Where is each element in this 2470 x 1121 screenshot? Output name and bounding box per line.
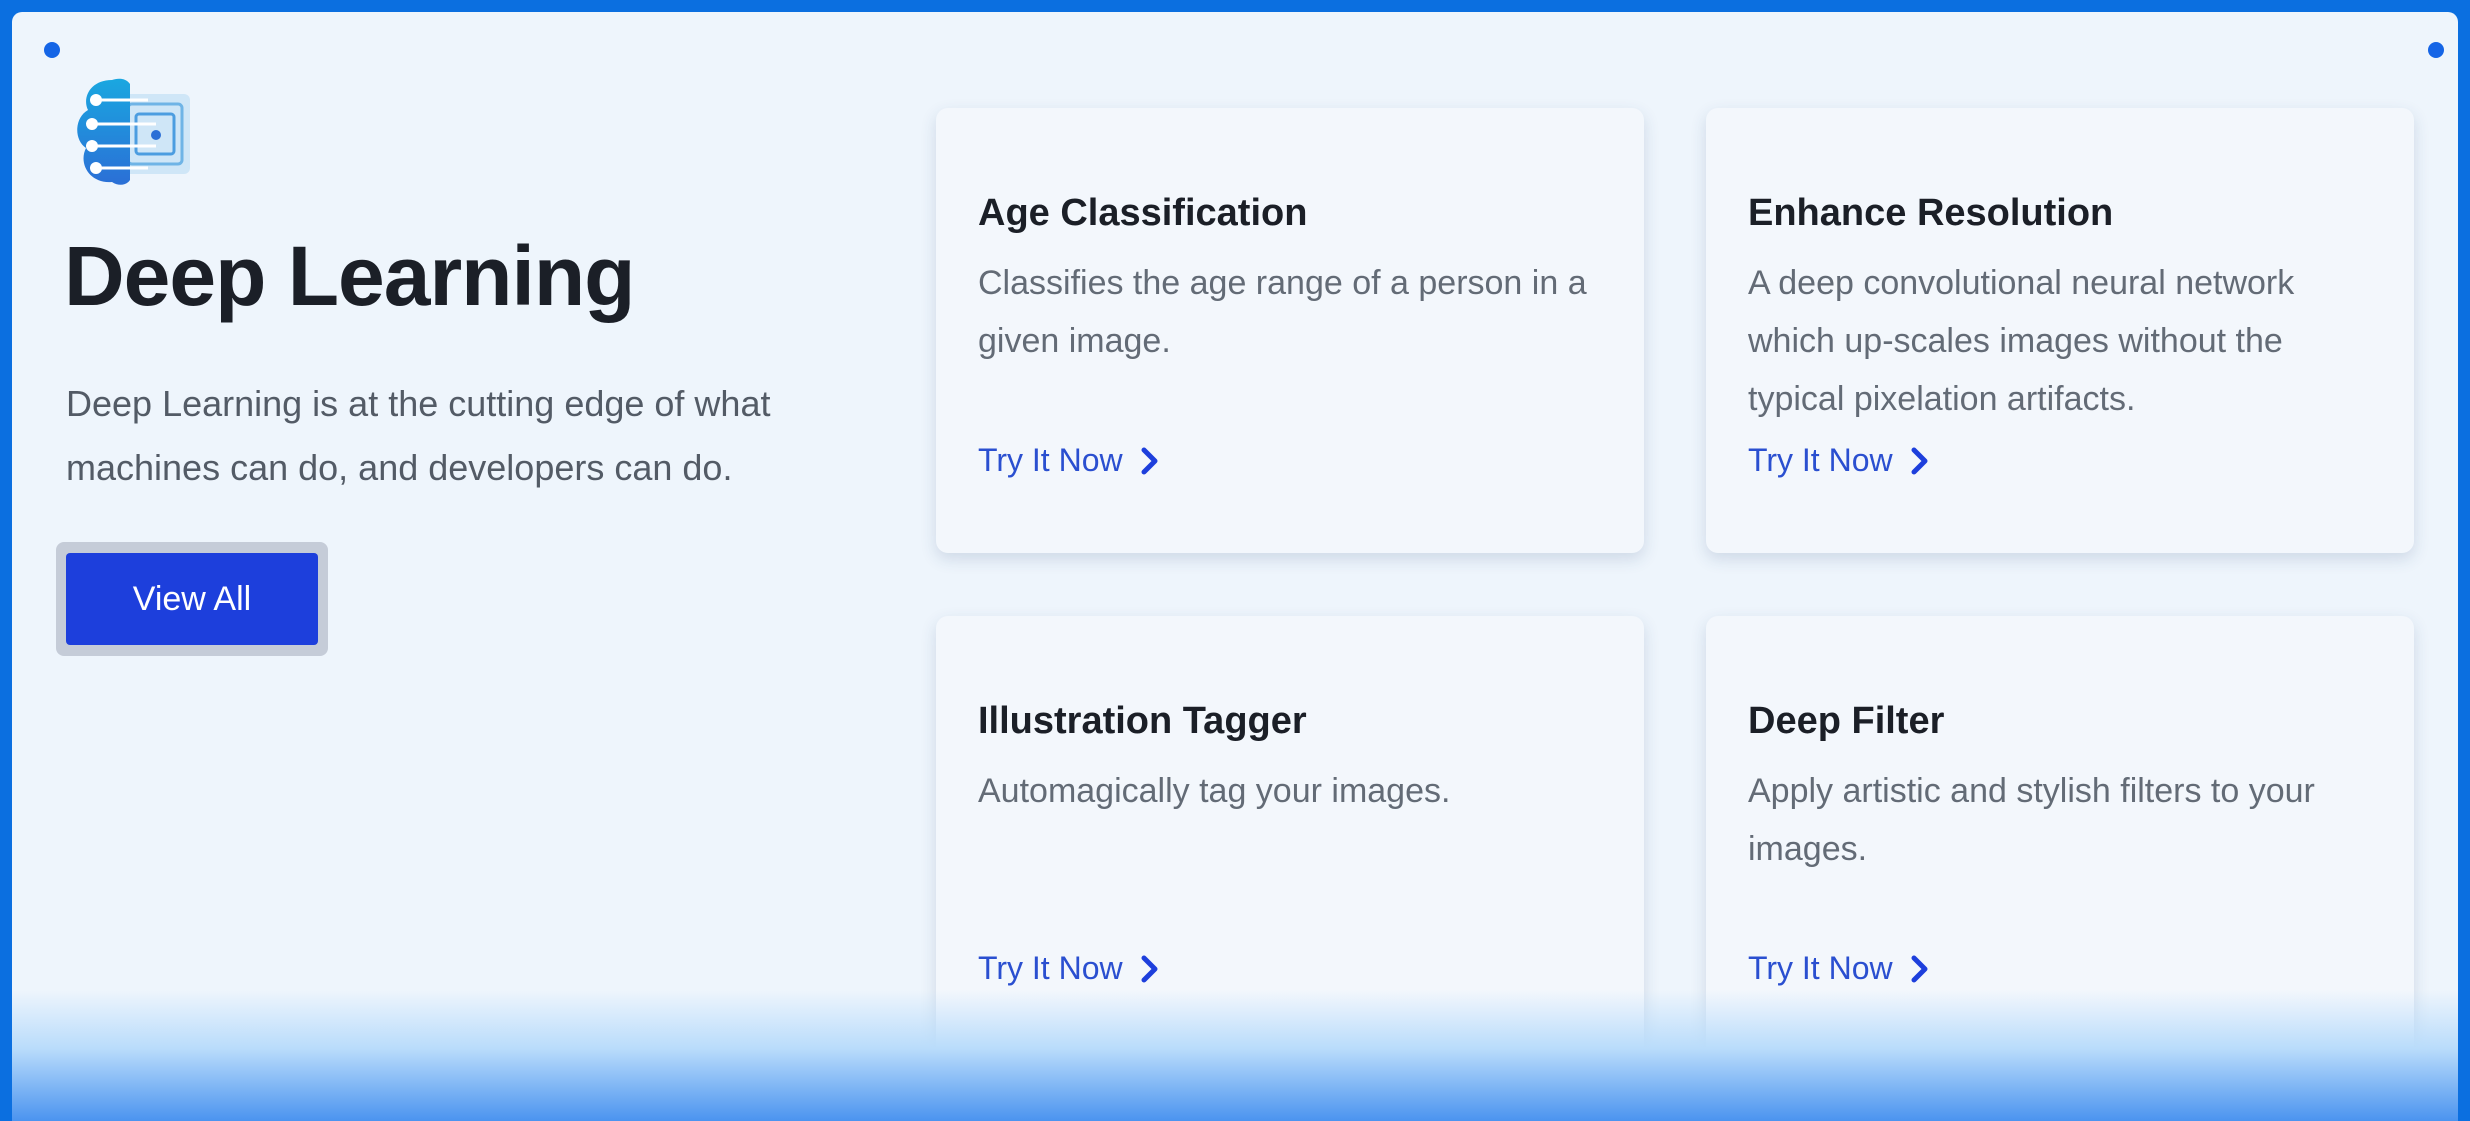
chevron-right-icon: [1141, 955, 1158, 982]
chevron-right-icon: [1911, 955, 1928, 982]
card-title: Illustration Tagger: [978, 700, 1307, 742]
card-age-classification: Age Classification Classifies the age ra…: [936, 108, 1644, 553]
try-it-now-link-illustration-tagger[interactable]: Try It Now: [978, 950, 1159, 987]
brain-circuit-logo-icon: [72, 74, 198, 194]
deep-learning-section: Deep Learning Deep Learning is at the cu…: [12, 12, 2458, 1121]
section-title: Deep Learning: [64, 229, 635, 323]
cta-label: Try It Now: [1748, 442, 1893, 478]
cta-label: Try It Now: [978, 950, 1123, 986]
chevron-right-icon: [1911, 447, 1928, 474]
try-it-now-link-age-classification[interactable]: Try It Now: [978, 442, 1159, 479]
card-description: A deep convolutional neural network whic…: [1748, 264, 2295, 418]
card-description: Apply artistic and stylish filters to yo…: [1748, 772, 2315, 868]
bottom-gradient-fade: [12, 990, 2458, 1121]
chevron-right-icon: [1141, 447, 1158, 474]
cta-label: Try It Now: [1748, 950, 1893, 986]
view-all-button[interactable]: View All: [66, 553, 318, 645]
corner-dot-icon: [44, 42, 60, 58]
cta-label: Try It Now: [978, 442, 1123, 478]
try-it-now-link-enhance-resolution[interactable]: Try It Now: [1748, 442, 1929, 479]
card-title: Age Classification: [978, 192, 1308, 234]
card-description: Classifies the age range of a person in …: [978, 264, 1587, 360]
card-title: Deep Filter: [1748, 700, 1945, 742]
card-description: Automagically tag your images.: [978, 772, 1451, 810]
card-enhance-resolution: Enhance Resolution A deep convolutional …: [1706, 108, 2414, 553]
try-it-now-link-deep-filter[interactable]: Try It Now: [1748, 950, 1929, 987]
corner-dot-icon: [2428, 42, 2444, 58]
card-title: Enhance Resolution: [1748, 192, 2114, 234]
section-description: Deep Learning is at the cutting edge of …: [66, 383, 771, 488]
